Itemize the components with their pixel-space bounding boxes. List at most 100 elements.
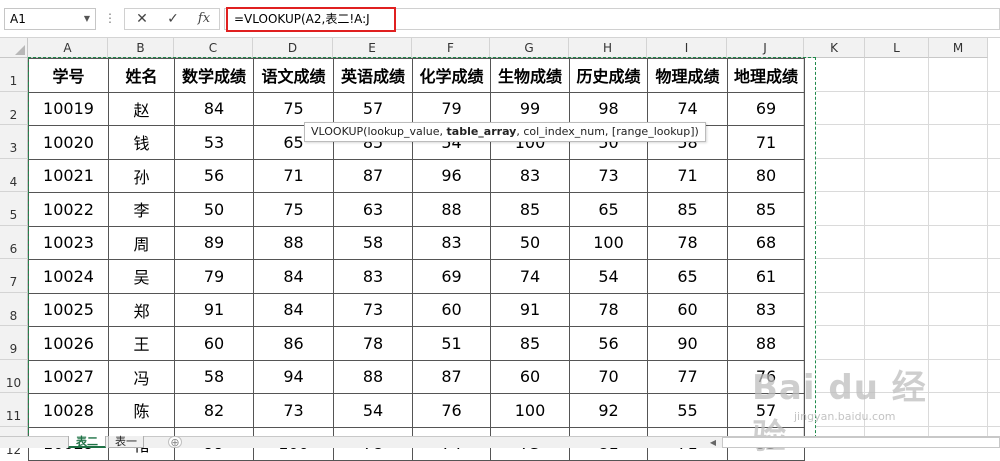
header-cell[interactable]: 历史成绩 [569,58,648,93]
cell[interactable]: 54 [333,393,413,428]
cell[interactable]: 冯 [108,359,175,394]
cell[interactable]: 83 [490,158,570,193]
cell[interactable]: 98 [569,91,648,126]
header-cell[interactable]: 姓名 [108,58,175,93]
cell[interactable]: 73 [569,158,648,193]
horizontal-scrollbar[interactable] [722,437,1000,448]
row-header-1[interactable]: 1 [0,58,28,92]
cell[interactable]: 85 [727,192,805,227]
cancel-icon[interactable]: ✕ [129,9,155,29]
cell[interactable]: 56 [569,326,648,361]
header-cell[interactable]: 数学成绩 [174,58,254,93]
cell[interactable]: 85 [647,192,728,227]
cell[interactable]: 60 [647,292,728,327]
name-box[interactable]: A1 ▼ [4,8,96,30]
header-cell[interactable]: 英语成绩 [333,58,413,93]
cell[interactable]: 76 [412,393,491,428]
column-header-g[interactable]: G [490,38,569,58]
cell[interactable]: 68 [727,225,805,260]
cell[interactable]: 94 [253,359,334,394]
cell[interactable]: 郑 [108,292,175,327]
cell[interactable]: 69 [727,91,805,126]
formula-text[interactable]: =VLOOKUP(A2,表二!A:J [226,7,396,32]
column-header-b[interactable]: B [108,38,174,58]
cell[interactable]: 76 [727,359,805,394]
cell[interactable]: 87 [333,158,413,193]
sheet-tab-active[interactable]: 表二 [68,436,106,448]
cell[interactable]: 65 [569,192,648,227]
cell[interactable]: 61 [727,259,805,294]
tooltip-active-arg[interactable]: table_array [447,125,517,138]
cell[interactable]: 73 [333,292,413,327]
cell[interactable]: 79 [174,259,254,294]
column-header-e[interactable]: E [333,38,412,58]
sheet-tab[interactable]: 表一 [108,436,144,448]
cell[interactable]: 84 [253,292,334,327]
header-cell[interactable]: 化学成绩 [412,58,491,93]
cell[interactable]: 70 [569,359,648,394]
cell[interactable]: 60 [490,359,570,394]
cell[interactable]: 88 [727,326,805,361]
cell[interactable]: 57 [727,393,805,428]
header-cell[interactable]: 学号 [28,58,109,93]
cell[interactable]: 90 [647,326,728,361]
column-header-h[interactable]: H [569,38,647,58]
cell[interactable]: 10028 [28,393,109,428]
cell[interactable]: 71 [727,125,805,160]
cell[interactable]: 10020 [28,125,109,160]
cell[interactable]: 10019 [28,91,109,126]
cell[interactable]: 100 [490,393,570,428]
column-header-i[interactable]: I [647,38,727,58]
cell[interactable]: 钱 [108,125,175,160]
cell[interactable]: 74 [647,91,728,126]
cell[interactable]: 83 [727,292,805,327]
cell[interactable]: 77 [647,359,728,394]
cell[interactable]: 60 [174,326,254,361]
cell[interactable]: 吴 [108,259,175,294]
cell[interactable]: 54 [569,259,648,294]
cell[interactable]: 80 [727,158,805,193]
cell[interactable]: 65 [647,259,728,294]
enter-icon[interactable]: ✓ [160,9,186,29]
cell[interactable]: 78 [647,225,728,260]
cell[interactable]: 78 [333,326,413,361]
row-header-5[interactable]: 5 [0,192,28,226]
cell[interactable]: 10024 [28,259,109,294]
header-cell[interactable]: 生物成绩 [490,58,570,93]
cell[interactable]: 55 [647,393,728,428]
row-header-6[interactable]: 6 [0,225,28,259]
cell[interactable]: 50 [174,192,254,227]
cell[interactable]: 91 [490,292,570,327]
cell[interactable]: 50 [490,225,570,260]
cell[interactable]: 79 [412,91,491,126]
cell[interactable]: 10027 [28,359,109,394]
cell[interactable]: 88 [253,225,334,260]
cell[interactable]: 86 [253,326,334,361]
cell[interactable]: 51 [412,326,491,361]
header-cell[interactable]: 语文成绩 [253,58,334,93]
row-header-9[interactable]: 9 [0,326,28,360]
insert-function-icon[interactable]: fx [191,9,217,29]
cell[interactable]: 10026 [28,326,109,361]
cell[interactable]: 53 [174,125,254,160]
row-header-4[interactable]: 4 [0,158,28,192]
cell[interactable]: 63 [333,192,413,227]
cell[interactable]: 58 [174,359,254,394]
cell[interactable]: 73 [253,393,334,428]
cell[interactable]: 85 [490,326,570,361]
cell[interactable]: 91 [174,292,254,327]
cell[interactable]: 82 [174,393,254,428]
cell[interactable]: 10022 [28,192,109,227]
cell[interactable]: 74 [490,259,570,294]
select-all-corner[interactable] [0,38,28,58]
row-header-3[interactable]: 3 [0,125,28,159]
cell[interactable]: 83 [412,225,491,260]
cell[interactable]: 10025 [28,292,109,327]
cell[interactable]: 60 [412,292,491,327]
cell[interactable]: 58 [333,225,413,260]
cell[interactable]: 84 [253,259,334,294]
row-header-10[interactable]: 10 [0,359,28,393]
row-header-7[interactable]: 7 [0,259,28,293]
header-cell[interactable]: 地理成绩 [727,58,805,93]
cell[interactable]: 83 [333,259,413,294]
